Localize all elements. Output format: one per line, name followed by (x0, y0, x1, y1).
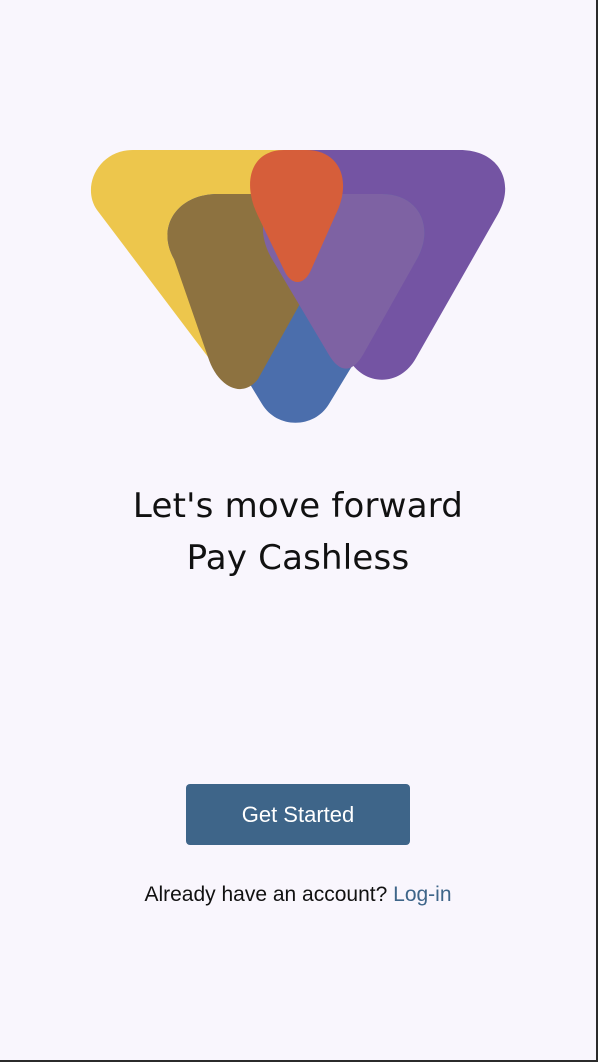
welcome-screen: Let's move forward Pay Cashless Get Star… (0, 0, 598, 1062)
get-started-button[interactable]: Get Started (186, 784, 410, 845)
headline: Let's move forward Pay Cashless (0, 480, 596, 584)
login-link[interactable]: Log-in (393, 883, 451, 906)
headline-line-1: Let's move forward (132, 486, 464, 526)
headline-line-2: Pay Cashless (186, 538, 410, 578)
login-prompt: Already have an account? Log-in (0, 880, 596, 910)
account-prompt-text: Already have an account? (144, 883, 388, 906)
brand-triangles-logo-icon (90, 150, 506, 423)
